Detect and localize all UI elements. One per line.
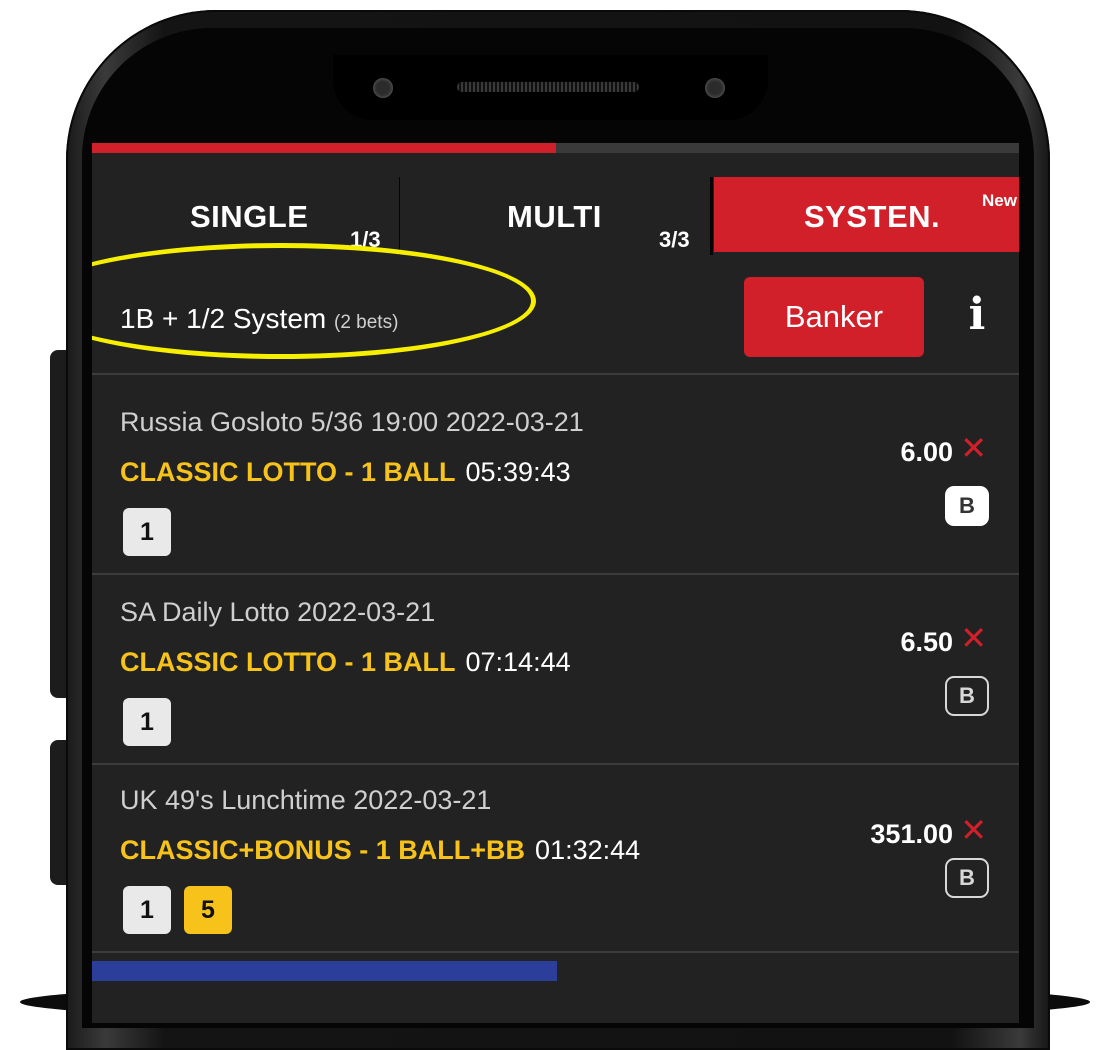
bet-row: SA Daily Lotto 2022-03-21 CLASSIC LOTTO … <box>92 575 1019 763</box>
bet-odds: 6.50 <box>900 627 953 657</box>
new-badge: New <box>982 191 1017 210</box>
bet-row: UK 49's Lunchtime 2022-03-21 CLASSIC+BON… <box>92 765 1019 953</box>
bet-event-title: Russia Gosloto 5/36 19:00 2022-03-21 <box>120 407 584 437</box>
bet-event-title: SA Daily Lotto 2022-03-21 <box>120 597 436 627</box>
bet-market-line: CLASSIC LOTTO - 1 BALL 07:14:44 <box>120 647 571 678</box>
remove-bet-icon[interactable]: ✕ <box>960 619 987 657</box>
top-progress-track <box>92 143 1019 153</box>
ball-number: 1 <box>123 886 171 934</box>
bonus-ball-number: 5 <box>184 886 232 934</box>
remove-bet-icon[interactable]: ✕ <box>960 811 987 849</box>
banker-toggle[interactable]: B <box>945 676 989 716</box>
ball-number: 1 <box>123 508 171 556</box>
bet-market: CLASSIC+BONUS - 1 BALL+BB <box>120 835 526 865</box>
bottom-bar <box>92 961 557 981</box>
tab-system[interactable]: SYSTEN. New <box>714 177 1019 252</box>
banker-toggle[interactable]: B <box>945 858 989 898</box>
tab-divider <box>710 177 713 255</box>
top-progress-fill <box>92 143 556 153</box>
sensor-icon <box>705 78 725 98</box>
banker-button[interactable]: Banker <box>744 277 924 357</box>
info-icon[interactable]: i <box>962 289 992 340</box>
tab-multi[interactable]: MULTI 3/3 <box>400 177 712 255</box>
bet-market: CLASSIC LOTTO - 1 BALL <box>120 457 456 487</box>
bet-timer: 07:14:44 <box>465 647 571 677</box>
bet-odds: 351.00 <box>870 819 953 849</box>
bet-odds: 6.00 <box>900 437 953 467</box>
bet-market: CLASSIC LOTTO - 1 BALL <box>120 647 456 677</box>
bet-timer: 01:32:44 <box>535 835 641 865</box>
bet-market-line: CLASSIC LOTTO - 1 BALL 05:39:43 <box>120 457 571 488</box>
camera-icon <box>373 78 393 98</box>
tab-single-label: SINGLE <box>190 199 309 234</box>
betslip-screen: SINGLE 1/3 MULTI 3/3 SYSTEN. New 1B + 1/… <box>92 143 1019 1023</box>
remove-bet-icon[interactable]: ✕ <box>960 429 987 467</box>
bet-market-line: CLASSIC+BONUS - 1 BALL+BB 01:32:44 <box>120 835 640 866</box>
row-divider <box>92 951 1019 953</box>
tab-multi-count: 3/3 <box>659 227 690 252</box>
tab-system-label: SYSTEN. <box>804 199 941 234</box>
speaker-icon <box>457 82 639 92</box>
bet-row: Russia Gosloto 5/36 19:00 2022-03-21 CLA… <box>92 375 1019 563</box>
tab-multi-label: MULTI <box>507 199 602 234</box>
bet-timer: 05:39:43 <box>465 457 571 487</box>
banker-toggle[interactable]: B <box>945 486 989 526</box>
ball-number: 1 <box>123 698 171 746</box>
bet-event-title: UK 49's Lunchtime 2022-03-21 <box>120 785 492 815</box>
